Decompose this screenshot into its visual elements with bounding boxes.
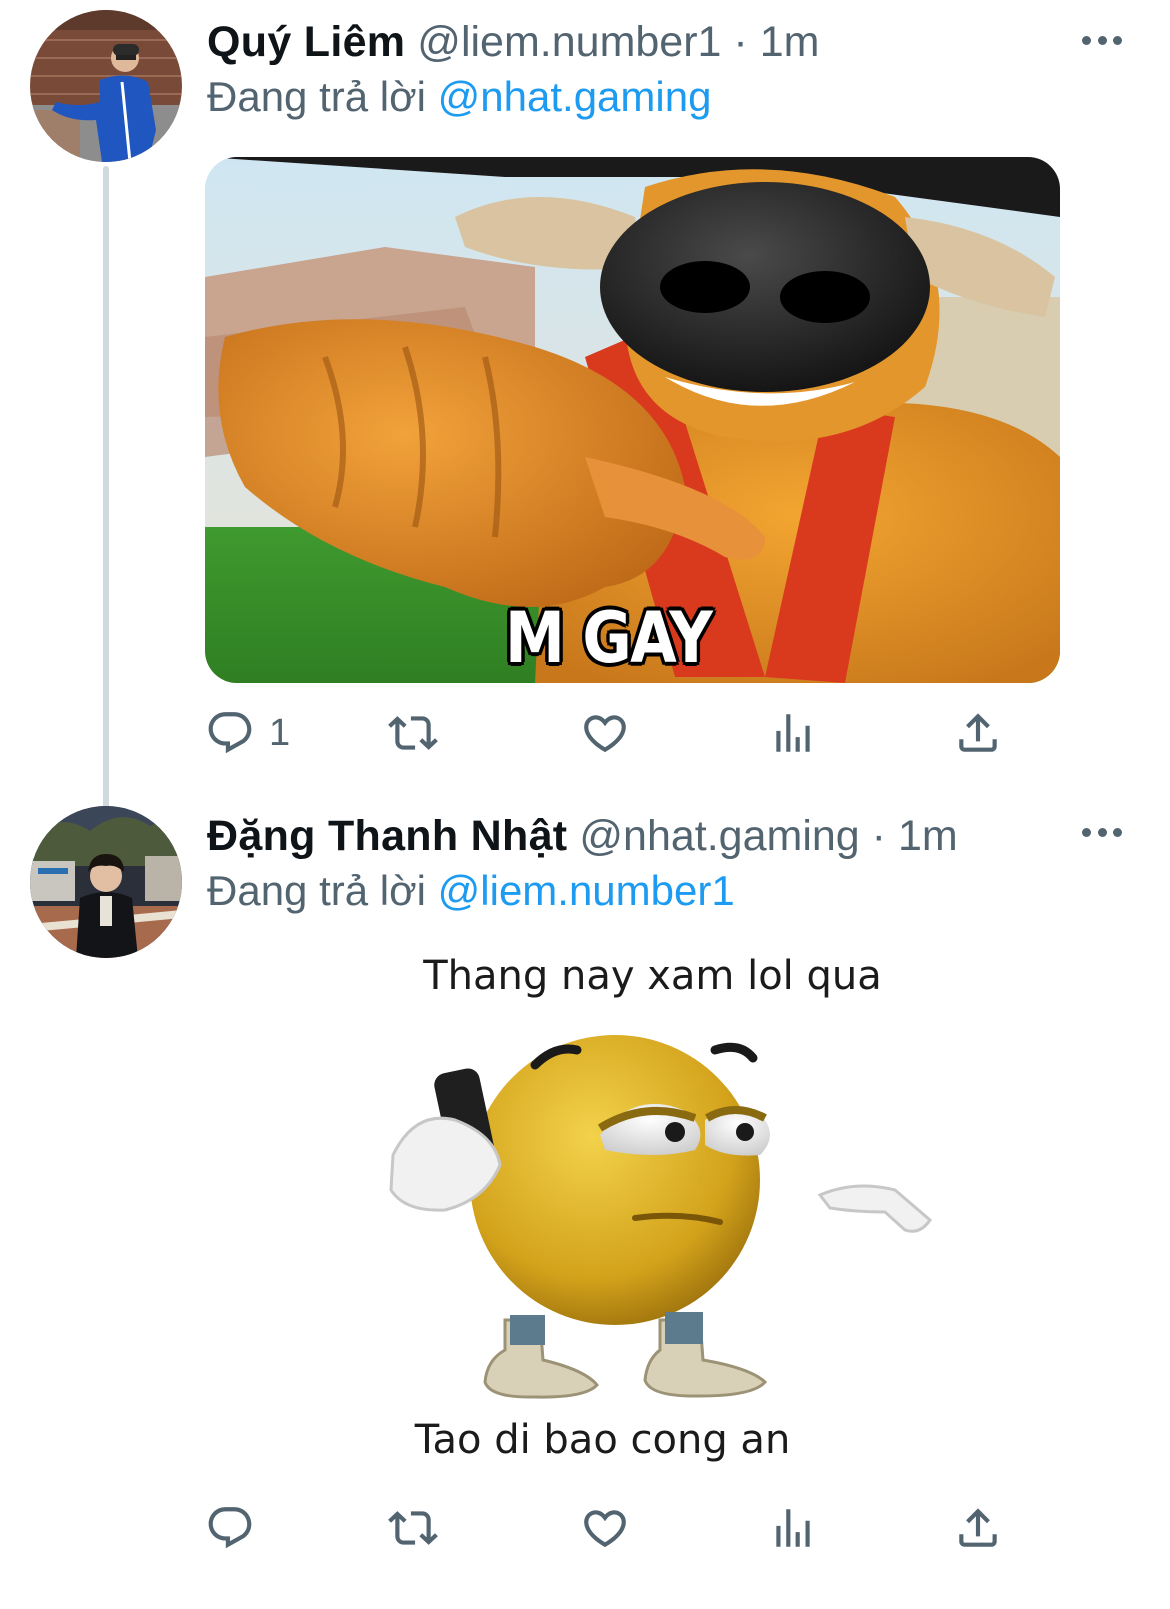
retweet-button[interactable] [388, 1498, 438, 1558]
reply-count: 1 [269, 712, 291, 754]
more-icon[interactable] [1082, 28, 1122, 52]
retweet-button[interactable] [388, 703, 438, 763]
reply-prefix: Đang trả lời [207, 73, 426, 120]
meme-caption-bottom: Tao di bao cong an [414, 1417, 791, 1463]
tweet[interactable]: Đặng Thanh Nhật @nhat.gaming · 1m Đang t… [0, 800, 1170, 1609]
views-icon [776, 1509, 810, 1547]
reply-mention-link[interactable]: @nhat.gaming [438, 73, 712, 120]
tweet[interactable]: Quý Liêm @liem.number1 · 1m Đang trả lời… [0, 0, 1170, 800]
tweet-actions [205, 1498, 1025, 1558]
tweet-actions: 1 [205, 703, 1025, 763]
timestamp[interactable]: 1m [760, 18, 820, 66]
meme-text: M GAY [505, 597, 713, 679]
like-button[interactable] [580, 1498, 630, 1558]
views-button[interactable] [768, 703, 818, 763]
tweet-header: Đặng Thanh Nhật @nhat.gaming · 1m [207, 808, 1110, 864]
reply-icon [208, 712, 252, 754]
share-icon [959, 1508, 997, 1547]
tweet-header: Quý Liêm @liem.number1 · 1m [207, 14, 1110, 70]
display-name[interactable]: Đặng Thanh Nhật [207, 812, 567, 860]
more-icon[interactable] [1082, 820, 1122, 844]
user-handle[interactable]: @liem.number1 [417, 18, 721, 66]
tweet-media-image[interactable]: M GAY [205, 157, 1060, 683]
retweet-icon [388, 716, 438, 750]
separator-dot: · [871, 812, 886, 860]
reply-prefix: Đang trả lời [207, 867, 426, 914]
share-button[interactable] [953, 703, 1003, 763]
avatar[interactable] [30, 806, 182, 958]
reply-icon [208, 1507, 252, 1549]
separator-dot: · [733, 18, 748, 66]
share-icon [959, 713, 997, 752]
reply-button[interactable]: 1 [205, 703, 290, 763]
timestamp[interactable]: 1m [898, 812, 958, 860]
user-handle[interactable]: @nhat.gaming [579, 812, 859, 860]
reply-context: Đang trả lời @nhat.gaming [207, 70, 711, 124]
views-button[interactable] [768, 1498, 818, 1558]
tweet-media-image[interactable]: Thang nay xam lol qua Tao di bao cong an [205, 950, 1060, 1475]
retweet-icon [388, 1511, 438, 1545]
avatar[interactable] [30, 10, 182, 162]
like-button[interactable] [580, 703, 630, 763]
share-button[interactable] [953, 1498, 1003, 1558]
like-icon [584, 715, 626, 753]
like-icon [584, 1510, 626, 1548]
reply-mention-link[interactable]: @liem.number1 [438, 867, 735, 914]
reply-context: Đang trả lời @liem.number1 [207, 864, 735, 918]
display-name[interactable]: Quý Liêm [207, 18, 405, 66]
meme-caption-top: Thang nay xam lol qua [423, 953, 882, 999]
views-icon [776, 714, 810, 752]
reply-button[interactable] [205, 1498, 269, 1558]
